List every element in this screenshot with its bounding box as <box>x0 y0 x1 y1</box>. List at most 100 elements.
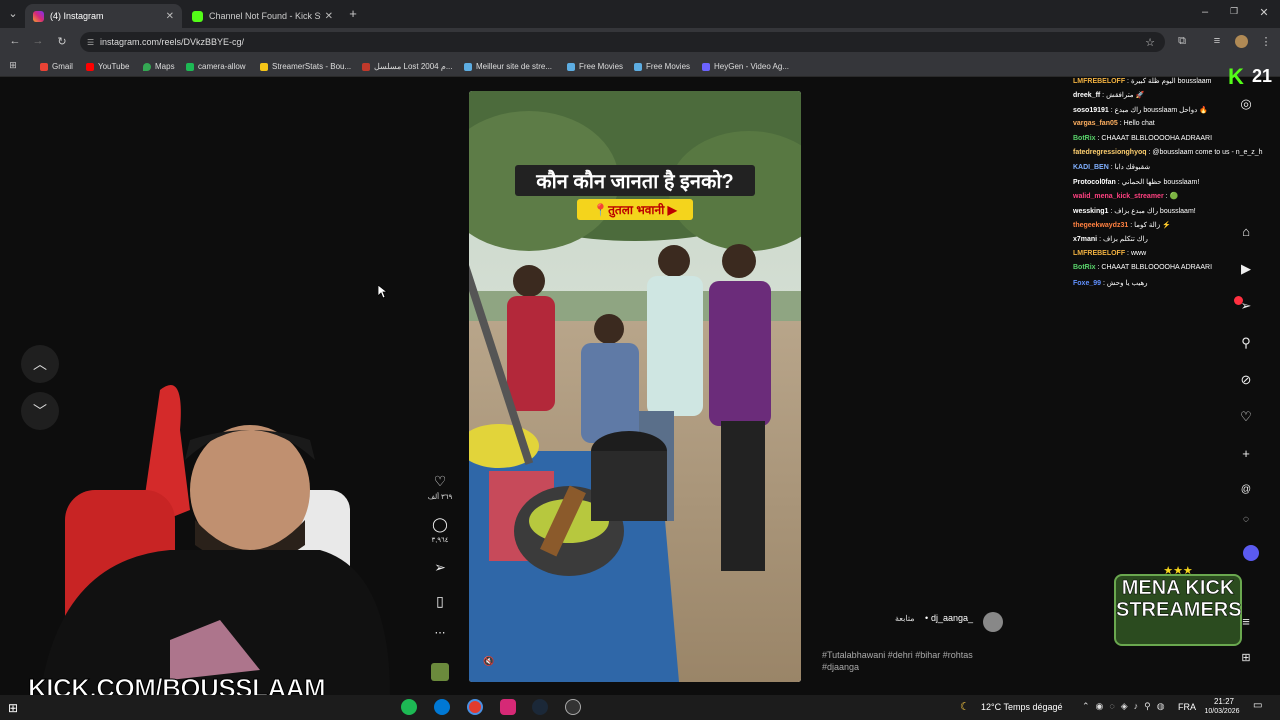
chat-message: x7mani : راك تتكلم بزاف <box>1073 235 1148 243</box>
clock-date: 10/03/2026 <box>1204 708 1240 715</box>
edge-icon[interactable] <box>434 699 450 715</box>
like-icon[interactable]: ♡ <box>428 473 452 490</box>
tab-instagram[interactable]: (4) Instagram ✕ <box>25 4 182 28</box>
create-icon[interactable]: + <box>1236 446 1256 461</box>
chat-username: Protocol0fan <box>1073 178 1116 186</box>
chat-username: vargas_fan05 <box>1073 120 1118 128</box>
chat-message: thegeekwaydz31 : زالة كوما ⚡ <box>1073 221 1171 229</box>
bookmark-lost[interactable]: مسلسل Lost 2004 م... <box>362 60 452 73</box>
chat-username: LMFREBELOFF <box>1073 78 1126 85</box>
reload-icon[interactable]: ↻ <box>55 35 69 48</box>
instagram-logo-icon[interactable]: ◎ <box>1236 96 1256 112</box>
apps-grid-icon[interactable]: ⊞ <box>1236 651 1256 664</box>
hashtags-line-1: #Tutalabhawani #dehri #bihar #rohtas <box>822 650 973 660</box>
back-icon[interactable]: ← <box>8 35 22 47</box>
badge-stars-icon: ★★★ <box>1163 565 1193 577</box>
stats-icon <box>260 62 268 71</box>
apps-icon[interactable]: ⊞ <box>6 60 20 71</box>
close-tab-icon[interactable]: ✕ <box>325 11 333 22</box>
minimize-icon[interactable]: – <box>1198 6 1212 18</box>
viewer-count: 21 <box>1252 66 1273 86</box>
chat-message: vargas_fan05 : Hello chat <box>1073 120 1155 127</box>
close-tab-icon[interactable]: ✕ <box>166 11 174 22</box>
home-icon[interactable]: ⌂ <box>1236 224 1256 239</box>
new-tab-button[interactable]: + <box>346 6 360 21</box>
maximize-icon[interactable]: ❐ <box>1227 6 1241 17</box>
bookmark-streaming[interactable]: Meilleur site de stre... <box>464 60 552 73</box>
clock-time[interactable]: 21:27 <box>1203 697 1245 706</box>
threads-icon[interactable]: @ <box>1236 484 1256 495</box>
weather-moon-icon: ☾ <box>960 701 970 713</box>
chat-text: راك مبدع بزاف bousslaam! <box>1114 207 1196 215</box>
ai-chat-icon[interactable] <box>1243 545 1259 561</box>
badge-line-1: MENA KICK <box>1121 577 1235 600</box>
chat-text: CHAAAT BLBLOOOOHA ADRAARI <box>1101 264 1213 272</box>
mute-icon[interactable]: 🔇 <box>483 656 494 667</box>
chat-message: wessking1 : راك مبدع بزاف bousslaam! <box>1073 207 1196 215</box>
obs-icon[interactable] <box>565 699 581 715</box>
windows-start-icon[interactable]: ⊞ <box>8 701 18 715</box>
weather-text[interactable]: 12°C Temps dégagé <box>981 702 1063 712</box>
share-icon[interactable]: ➢ <box>428 559 452 576</box>
site-info-icon[interactable]: ☰ <box>87 38 94 47</box>
separator-dot: • <box>925 613 929 623</box>
explore-icon[interactable]: ⊘ <box>1236 372 1256 388</box>
chat-username: x7mani <box>1073 236 1098 244</box>
more-options-icon[interactable]: ⋯ <box>428 626 452 639</box>
tab-kick[interactable]: Channel Not Found - Kick Strea ✕ <box>184 4 341 28</box>
instagram-favicon-icon <box>33 10 44 22</box>
spotify-icon[interactable] <box>401 699 417 715</box>
save-icon[interactable]: ▯ <box>428 593 452 610</box>
extensions-icon[interactable]: ⧉ <box>1175 35 1189 48</box>
bookmark-streamerstats[interactable]: StreamerStats - Bou... <box>260 60 351 73</box>
tab-label: (4) Instagram <box>50 11 104 21</box>
bookmark-free-movies-2[interactable]: Free Movies <box>634 60 690 73</box>
reel-video[interactable]: कौन कौन जानता है इनको? 📍तुतला भवानी ▶ 🔇 <box>469 91 801 682</box>
system-tray-icons[interactable]: ⌃◉◌◈♪⚲◍ <box>1082 701 1171 712</box>
address-bar[interactable]: ☰ instagram.com/reels/DVkzBBYE-cg/ ☆ <box>80 32 1165 52</box>
notifications-heart-icon[interactable]: ♡ <box>1236 409 1256 425</box>
bookmark-star-icon[interactable]: ☆ <box>1145 36 1155 49</box>
reel-caption-overlay: कौन कौन जानता है इनको? <box>515 165 755 196</box>
media-icon[interactable]: ≡ <box>1210 35 1224 47</box>
chat-message: LMFREBELOFF : www <box>1073 250 1146 257</box>
url-text: instagram.com/reels/DVkzBBYE-cg/ <box>100 37 245 47</box>
steam-icon[interactable] <box>532 699 548 715</box>
reels-icon[interactable]: ▶ <box>1236 261 1256 277</box>
chat-username: walid_mena_kick_streamer <box>1073 193 1164 201</box>
chat-text: Hello chat <box>1123 120 1155 128</box>
notification-center-icon[interactable]: ▭ <box>1253 700 1262 711</box>
menu-icon[interactable]: ⋮ <box>1259 35 1273 48</box>
language-indicator[interactable]: FRA <box>1178 702 1196 712</box>
kick-logo-icon: K <box>1228 64 1244 89</box>
close-window-icon[interactable]: ✕ <box>1257 6 1271 19</box>
maps-icon <box>143 62 151 71</box>
bookmark-camera-allow[interactable]: camera-allow <box>186 60 246 73</box>
chat-message: Protocol0fan : حظها الحماني bousslaam! <box>1073 178 1199 186</box>
audio-thumbnail[interactable] <box>431 663 449 681</box>
chat-text: مترافقش 🚀 <box>1106 92 1145 100</box>
bookmark-heygen[interactable]: HeyGen - Video Ag... <box>702 60 789 73</box>
bookmark-gmail[interactable]: Gmail <box>40 60 73 73</box>
chat-text: 🟢 <box>1169 193 1179 201</box>
comment-icon[interactable]: ◯ <box>428 516 452 533</box>
chat-username: BotRix <box>1073 134 1096 142</box>
chat-username: dreek_ff <box>1073 92 1101 100</box>
bookmark-free-movies-1[interactable]: Free Movies <box>567 60 623 73</box>
comments-count: ٣,٩٦٤ <box>431 537 449 544</box>
bookmark-youtube[interactable]: YouTube <box>86 60 129 73</box>
chat-message: soso19191 : راك مبدع bousslaam دواحل 🔥 <box>1073 106 1208 114</box>
author-avatar[interactable] <box>983 612 1003 632</box>
tab-search-icon[interactable]: ⌄ <box>6 7 20 20</box>
search-icon[interactable]: ⚲ <box>1236 335 1256 351</box>
chrome-icon[interactable] <box>467 699 483 715</box>
author-username[interactable]: dj_aanga_ <box>931 613 973 623</box>
meta-ai-icon[interactable]: ◌ <box>1236 514 1256 525</box>
bookmark-maps[interactable]: Maps <box>143 60 175 73</box>
profile-avatar[interactable] <box>1235 35 1248 48</box>
page-icon <box>634 62 642 71</box>
instagram-app-icon[interactable] <box>500 699 516 715</box>
forward-icon[interactable]: → <box>31 35 45 47</box>
mena-kick-badge: ★★★ MENA KICK STREAMERS <box>1114 566 1242 646</box>
follow-link[interactable]: متابعة <box>895 614 915 623</box>
